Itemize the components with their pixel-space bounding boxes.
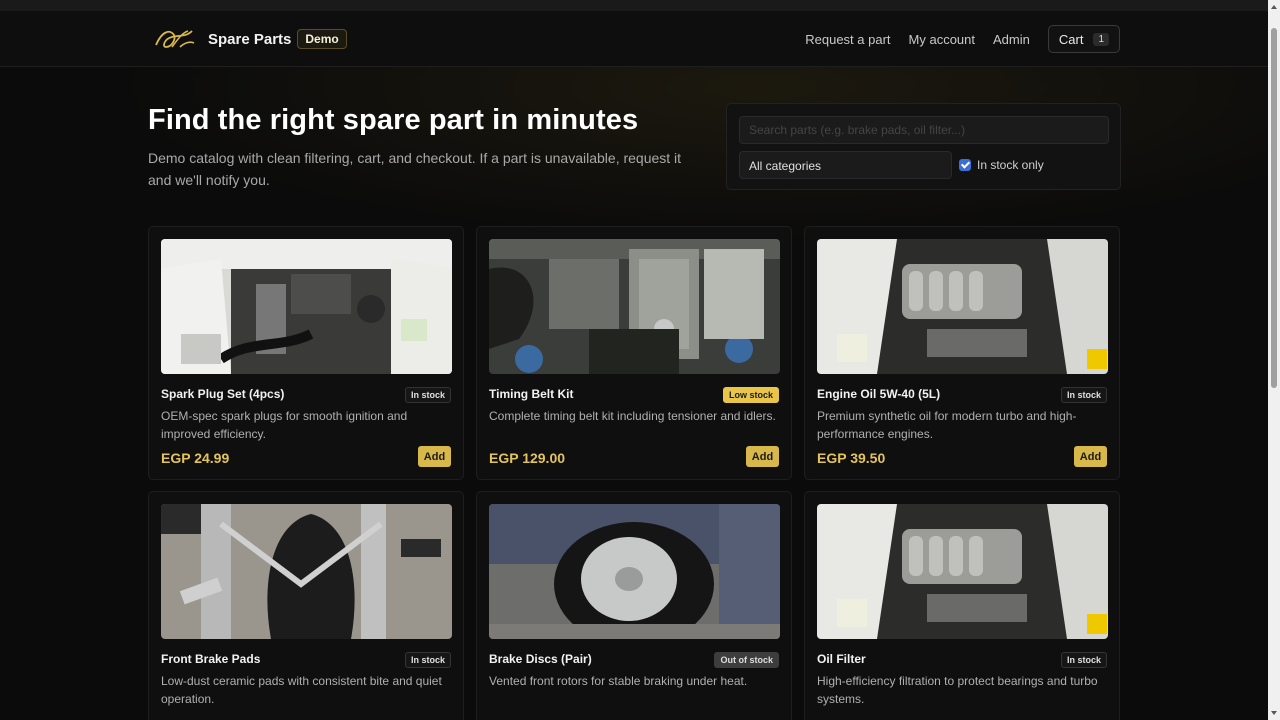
product-image[interactable] [161,239,452,374]
product-image[interactable] [817,239,1108,374]
bicycle-brake-image [161,504,452,639]
brand[interactable]: Spare Parts Demo [152,25,347,53]
product-name[interactable]: Timing Belt Kit [489,387,573,401]
product-name[interactable]: Engine Oil 5W-40 (5L) [817,387,940,401]
product-name[interactable]: Brake Discs (Pair) [489,652,592,666]
product-name[interactable]: Spark Plug Set (4pcs) [161,387,284,401]
scroll-down-arrow-icon[interactable] [1268,706,1280,720]
nav-link-admin[interactable]: Admin [993,32,1030,47]
demo-badge: Demo [297,29,347,49]
page-title: Find the right spare part in minutes [148,104,639,136]
stock-badge: In stock [404,652,451,668]
flat-tire-image [489,504,780,639]
product-card: Front Brake Pads In stock Low-dust ceram… [148,491,464,720]
product-image[interactable] [489,239,780,374]
add-to-cart-button[interactable]: Add [1074,446,1107,467]
product-description: OEM-spec spark plugs for smooth ignition… [161,409,408,441]
product-description: Low-dust ceramic pads with consistent bi… [161,674,442,706]
nav-links: Request a part My account Admin Cart 1 [787,25,1120,53]
stock-badge: In stock [1060,652,1107,668]
brand-logo-icon [155,30,195,48]
brand-name: Spare Parts [208,30,292,48]
product-description: Premium synthetic oil for modern turbo a… [817,409,1077,441]
cart-count-badge: 1 [1093,32,1109,46]
product-card: Timing Belt Kit Low stock Complete timin… [476,226,792,480]
stock-badge: In stock [1060,387,1107,403]
add-to-cart-button[interactable]: Add [418,446,451,467]
cart-label: Cart [1058,31,1084,47]
nav-link-request-part[interactable]: Request a part [805,32,890,47]
nav-link-my-account[interactable]: My account [909,32,975,47]
product-price: EGP 129.00 [489,450,566,466]
product-image[interactable] [817,504,1108,639]
product-card: Oil Filter In stock High-efficiency filt… [804,491,1120,720]
product-image[interactable] [489,504,780,639]
product-card: Brake Discs (Pair) Out of stock Vented f… [476,491,792,720]
engine-v6-image [817,504,1108,639]
page-scrollbar[interactable] [1268,0,1280,720]
product-description: Vented front rotors for stable braking u… [489,674,748,688]
stock-badge: Low stock [722,387,779,403]
in-stock-toggle[interactable]: In stock only [959,158,1044,172]
product-description: High-efficiency filtration to protect be… [817,674,1098,706]
stock-badge: Out of stock [714,652,779,668]
hero-subtitle: Demo catalog with clean filtering, cart,… [148,150,682,188]
in-stock-label: In stock only [977,158,1044,172]
add-to-cart-button[interactable]: Add [746,446,779,467]
product-price: EGP 24.99 [161,450,230,466]
top-navbar: Spare Parts Demo Request a part My accou… [0,11,1268,67]
product-name[interactable]: Oil Filter [817,652,866,666]
product-card: Spark Plug Set (4pcs) In stock OEM-spec … [148,226,464,480]
engine-dohc-image [489,239,780,374]
scroll-up-arrow-icon[interactable] [1268,0,1280,14]
product-name[interactable]: Front Brake Pads [161,652,260,666]
filter-panel: All categories In stock only [726,103,1121,190]
engine-v6-image [817,239,1108,374]
product-price: EGP 39.50 [817,450,886,466]
category-select[interactable]: All categories [739,151,952,179]
engine-bay-image [161,239,452,374]
scrollbar-thumb[interactable] [1271,28,1277,388]
product-image[interactable] [161,504,452,639]
cart-button[interactable]: Cart 1 [1047,25,1120,53]
in-stock-checkbox[interactable] [959,159,971,171]
product-description: Complete timing belt kit including tensi… [489,409,776,423]
stock-badge: In stock [404,387,451,403]
browser-top-strip [0,0,1268,11]
search-input[interactable] [739,116,1109,144]
product-card: Engine Oil 5W-40 (5L) In stock Premium s… [804,226,1120,480]
